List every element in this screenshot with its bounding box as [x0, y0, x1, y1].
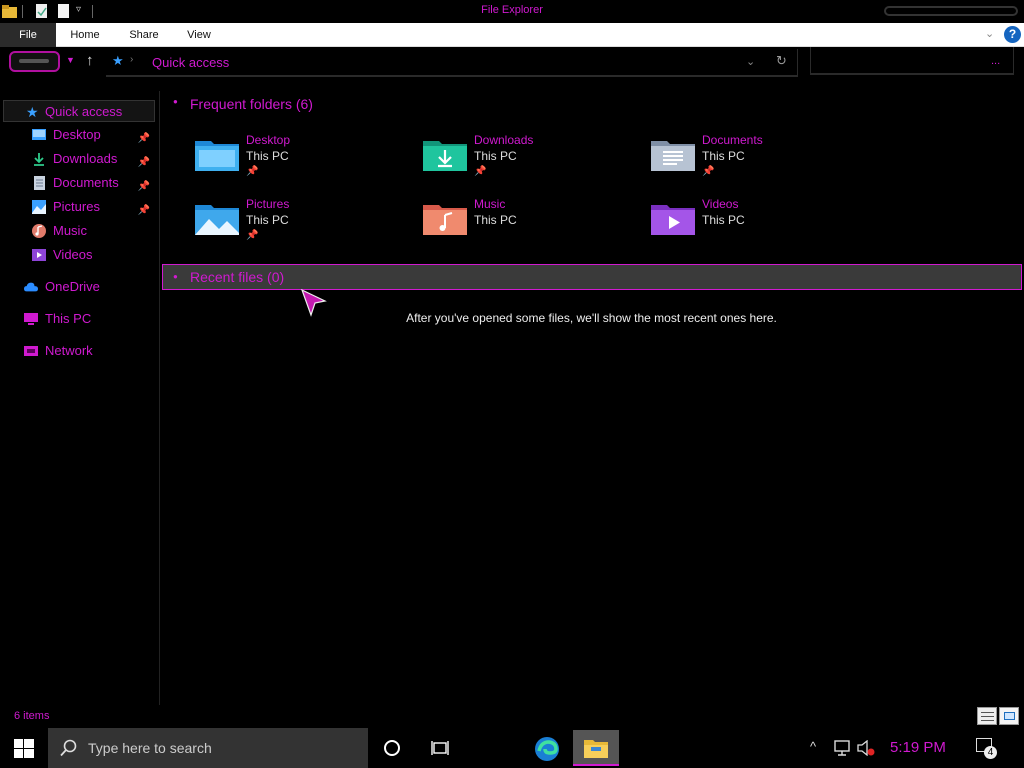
nav-item-network[interactable]: Network	[0, 340, 158, 362]
picture-icon	[32, 200, 46, 214]
pin-icon: 📌	[246, 166, 259, 177]
back-forward-buttons[interactable]	[9, 51, 60, 72]
nav-item-downloads[interactable]: Downloads 📌	[0, 148, 158, 170]
nav-item-quick-access[interactable]: ★ Quick access	[3, 100, 155, 122]
pin-icon[interactable]: 📌	[138, 176, 150, 198]
downloads-folder-icon	[423, 141, 467, 171]
title-bar: ▿ File Explorer	[0, 0, 1024, 23]
nav-item-this-pc[interactable]: This PC	[0, 308, 158, 330]
documents-folder-icon	[651, 141, 695, 171]
windows-start-icon[interactable]	[14, 739, 34, 758]
group-header-frequent[interactable]: Frequent folders (6)	[190, 96, 313, 112]
item-count: 6 items	[14, 710, 50, 722]
show-hidden-icons-icon[interactable]: ^	[810, 739, 816, 754]
nav-item-desktop[interactable]: Desktop 📌	[0, 124, 158, 146]
desktop-icon	[32, 129, 46, 140]
search-box[interactable]: ...	[810, 47, 1014, 75]
cloud-icon	[24, 282, 38, 292]
pin-icon[interactable]: 📌	[138, 128, 150, 150]
taskbar: Type here to search ^ 5:19 PM 4	[0, 728, 1024, 768]
address-location[interactable]: Quick access	[152, 55, 229, 70]
network-status-icon[interactable]	[833, 740, 851, 756]
music-icon	[32, 224, 46, 238]
folder-tile-music[interactable]: Music This PC	[423, 197, 633, 253]
star-icon: ★	[112, 53, 124, 68]
video-icon	[32, 249, 46, 261]
recent-empty-message: After you've opened some files, we'll sh…	[406, 311, 777, 325]
network-icon	[24, 346, 38, 356]
music-folder-icon	[423, 205, 467, 235]
cortana-icon[interactable]	[384, 740, 400, 756]
volume-muted-icon[interactable]	[857, 740, 875, 756]
tab-share[interactable]: Share	[118, 23, 170, 47]
address-dropdown-icon[interactable]: ⌄	[746, 55, 755, 68]
tab-home[interactable]: Home	[58, 23, 112, 47]
star-icon: ★	[26, 104, 39, 120]
videos-folder-icon	[651, 205, 695, 235]
pin-icon: 📌	[474, 166, 487, 177]
status-bar: 6 items	[0, 705, 1024, 728]
help-button[interactable]: ?	[1004, 26, 1021, 43]
collapse-group-icon[interactable]: ●	[173, 97, 178, 106]
details-view-icon[interactable]	[977, 707, 997, 725]
desktop-folder-icon	[195, 141, 239, 171]
taskbar-search-box[interactable]: Type here to search	[48, 728, 368, 768]
recent-locations-icon[interactable]: ▼	[66, 55, 75, 65]
file-explorer-icon	[584, 740, 608, 758]
breadcrumb-chevron-icon[interactable]: ›	[130, 54, 133, 65]
folder-tile-videos[interactable]: Videos This PC	[651, 197, 861, 253]
nav-item-videos[interactable]: Videos	[0, 244, 158, 266]
expand-ribbon-icon[interactable]: ⌄	[985, 27, 994, 40]
folder-tile-pictures[interactable]: Pictures This PC 📌	[195, 197, 405, 253]
taskbar-file-explorer-button[interactable]	[573, 730, 619, 766]
search-more: ...	[991, 55, 1001, 67]
folder-tile-documents[interactable]: Documents This PC 📌	[651, 133, 861, 189]
tab-file[interactable]: File	[0, 23, 56, 47]
document-icon	[34, 176, 45, 190]
nav-item-onedrive[interactable]: OneDrive	[0, 276, 158, 298]
large-icons-view-icon[interactable]	[999, 707, 1019, 725]
window-controls[interactable]	[884, 6, 1018, 16]
notification-count: 4	[984, 746, 997, 759]
navigation-pane: ★ Quick access Desktop 📌 Downloads 📌 Doc…	[0, 91, 160, 705]
up-arrow-icon[interactable]: ↑	[86, 52, 94, 69]
action-center-icon[interactable]: 4	[976, 738, 997, 759]
nav-item-documents[interactable]: Documents 📌	[0, 172, 158, 194]
folder-tile-desktop[interactable]: Desktop This PC 📌	[195, 133, 405, 189]
address-row: ▼ ↑ ★ › Quick access ⌄ ↻ ...	[0, 47, 1024, 91]
tab-view[interactable]: View	[176, 23, 222, 47]
recent-files-header-bar[interactable]: ● Recent files (0)	[162, 264, 1022, 290]
ribbon-tabs: File Home Share View ⌄ ?	[0, 23, 1024, 47]
pin-icon: 📌	[246, 230, 259, 241]
collapse-group-icon[interactable]: ●	[173, 272, 178, 281]
address-bar[interactable]: ★ › Quick access ⌄ ↻	[106, 49, 798, 77]
edge-browser-icon[interactable]	[534, 736, 560, 762]
search-icon	[60, 739, 77, 757]
pin-icon: 📌	[702, 166, 715, 177]
taskbar-search-placeholder: Type here to search	[88, 740, 212, 756]
download-icon	[34, 153, 44, 166]
window-title: File Explorer	[481, 4, 543, 16]
pictures-folder-icon	[195, 205, 239, 235]
nav-item-pictures[interactable]: Pictures 📌	[0, 196, 158, 218]
refresh-icon[interactable]: ↻	[776, 53, 787, 69]
folder-tile-downloads[interactable]: Downloads This PC 📌	[423, 133, 633, 189]
task-view-icon[interactable]	[431, 739, 449, 757]
pin-icon[interactable]: 📌	[138, 152, 150, 174]
nav-item-music[interactable]: Music	[0, 220, 158, 242]
pc-icon	[24, 313, 38, 325]
pin-icon[interactable]: 📌	[138, 200, 150, 222]
group-header-recent: Recent files (0)	[190, 269, 285, 285]
content-pane: ● Frequent folders (6) Desktop This PC 📌…	[161, 91, 1024, 705]
clock-time[interactable]: 5:19 PM	[890, 739, 946, 756]
